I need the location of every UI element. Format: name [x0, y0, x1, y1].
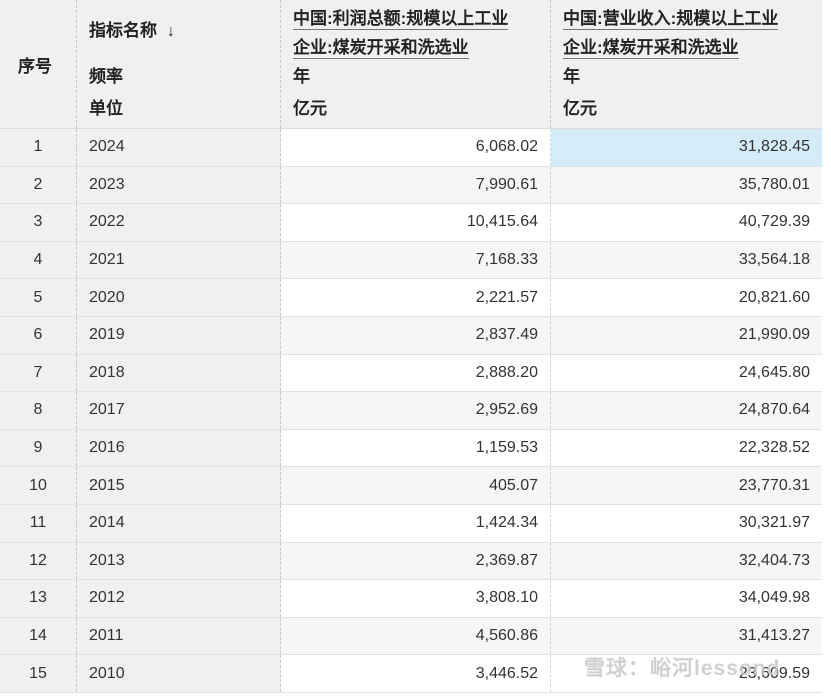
- row-seq-cell[interactable]: 5: [0, 279, 77, 316]
- row-seq-cell[interactable]: 7: [0, 354, 77, 392]
- row-year-cell[interactable]: 2021: [77, 241, 281, 279]
- data-table: 序号 指标名称 ↓ 频率 单位 中国:利润总额:规模以上工业 企业:煤炭开采和洗选…: [0, 0, 822, 693]
- seq-column-label: 序号: [18, 57, 52, 76]
- row-year-cell[interactable]: 2012: [77, 580, 281, 617]
- row-revenue-cell[interactable]: 32,404.73: [551, 542, 822, 580]
- row-seq-cell[interactable]: 9: [0, 429, 77, 467]
- profit-frequency: 年: [293, 67, 310, 86]
- frequency-label: 频率: [89, 67, 123, 86]
- row-revenue-cell[interactable]: 24,645.80: [551, 354, 822, 392]
- table-body: 1 2024 6,068.02 31,828.45 2 2023 7,990.61 35,78…: [0, 129, 822, 693]
- row-profit-cell[interactable]: 2,221.57: [281, 279, 551, 316]
- row-profit-cell[interactable]: 6,068.02: [281, 129, 551, 166]
- row-year-cell[interactable]: 2015: [77, 467, 281, 504]
- indicator-name-label: 指标名称: [89, 21, 157, 40]
- row-revenue-cell[interactable]: 22,328.52: [551, 429, 822, 467]
- row-revenue-cell[interactable]: 33,564.18: [551, 241, 822, 279]
- table-row[interactable]: 11 2014 1,424.34 30,321.97: [0, 504, 822, 543]
- revenue-unit: 亿元: [563, 99, 597, 118]
- row-seq-cell[interactable]: 12: [0, 542, 77, 580]
- row-profit-cell[interactable]: 3,446.52: [281, 655, 551, 692]
- row-seq-cell[interactable]: 15: [0, 655, 77, 692]
- row-year-cell[interactable]: 2013: [77, 542, 281, 580]
- row-revenue-cell[interactable]: 40,729.39: [551, 204, 822, 241]
- row-year-cell[interactable]: 2020: [77, 279, 281, 316]
- table-row[interactable]: 2 2023 7,990.61 35,780.01: [0, 166, 822, 205]
- row-revenue-cell[interactable]: 34,049.98: [551, 580, 822, 617]
- table-header: 序号 指标名称 ↓ 频率 单位 中国:利润总额:规模以上工业 企业:煤炭开采和洗选…: [0, 0, 822, 129]
- indicator-name-label-row: 指标名称 ↓: [89, 16, 175, 41]
- row-profit-cell[interactable]: 2,888.20: [281, 354, 551, 392]
- revenue-title-line1: 中国:营业收入:规模以上工业: [563, 9, 779, 30]
- row-seq-cell[interactable]: 11: [0, 504, 77, 542]
- row-profit-cell[interactable]: 7,990.61: [281, 166, 551, 204]
- table-row[interactable]: 3 2022 10,415.64 40,729.39: [0, 204, 822, 242]
- table-row[interactable]: 12 2013 2,369.87 32,404.73: [0, 542, 822, 581]
- row-year-cell[interactable]: 2010: [77, 655, 281, 692]
- sort-down-icon[interactable]: ↓: [167, 23, 175, 41]
- row-seq-cell[interactable]: 6: [0, 316, 77, 354]
- row-profit-cell[interactable]: 1,424.34: [281, 504, 551, 542]
- row-year-cell[interactable]: 2011: [77, 617, 281, 655]
- row-seq-cell[interactable]: 4: [0, 241, 77, 279]
- row-revenue-cell[interactable]: 35,780.01: [551, 166, 822, 204]
- table-row[interactable]: 10 2015 405.07 23,770.31: [0, 467, 822, 505]
- row-revenue-cell[interactable]: 30,321.97: [551, 504, 822, 542]
- table-row[interactable]: 1 2024 6,068.02 31,828.45: [0, 129, 822, 167]
- row-profit-cell[interactable]: 2,837.49: [281, 316, 551, 354]
- row-seq-cell[interactable]: 14: [0, 617, 77, 655]
- table-row[interactable]: 9 2016 1,159.53 22,328.52: [0, 429, 822, 468]
- row-revenue-cell[interactable]: 20,821.60: [551, 279, 822, 316]
- row-revenue-cell[interactable]: 23,770.31: [551, 467, 822, 504]
- profit-unit: 亿元: [293, 99, 327, 118]
- row-year-cell[interactable]: 2017: [77, 392, 281, 429]
- row-year-cell[interactable]: 2016: [77, 429, 281, 467]
- table-row[interactable]: 5 2020 2,221.57 20,821.60: [0, 279, 822, 317]
- row-profit-cell[interactable]: 10,415.64: [281, 204, 551, 241]
- row-profit-cell[interactable]: 2,369.87: [281, 542, 551, 580]
- row-year-cell[interactable]: 2014: [77, 504, 281, 542]
- table-row[interactable]: 4 2021 7,168.33 33,564.18: [0, 241, 822, 280]
- right-edge: [822, 0, 831, 696]
- table-row[interactable]: 7 2018 2,888.20 24,645.80: [0, 354, 822, 393]
- row-year-cell[interactable]: 2023: [77, 166, 281, 204]
- header-profit-column[interactable]: 中国:利润总额:规模以上工业 企业:煤炭开采和洗选业 年 亿元: [281, 0, 551, 128]
- table-row[interactable]: 14 2011 4,560.86 31,413.27: [0, 617, 822, 656]
- row-seq-cell[interactable]: 2: [0, 166, 77, 204]
- revenue-title-line2: 企业:煤炭开采和洗选业: [563, 38, 739, 59]
- table-row[interactable]: 6 2019 2,837.49 21,990.09: [0, 316, 822, 355]
- row-revenue-cell[interactable]: 21,990.09: [551, 316, 822, 354]
- row-revenue-cell[interactable]: 24,870.64: [551, 392, 822, 429]
- row-profit-cell[interactable]: 7,168.33: [281, 241, 551, 279]
- row-seq-cell[interactable]: 1: [0, 129, 77, 166]
- row-seq-cell[interactable]: 3: [0, 204, 77, 241]
- header-revenue-column[interactable]: 中国:营业收入:规模以上工业 企业:煤炭开采和洗选业 年 亿元: [551, 0, 822, 128]
- row-year-cell[interactable]: 2022: [77, 204, 281, 241]
- profit-indicator-title[interactable]: 中国:利润总额:规模以上工业 企业:煤炭开采和洗选业: [293, 4, 538, 62]
- row-year-cell[interactable]: 2019: [77, 316, 281, 354]
- row-seq-cell[interactable]: 13: [0, 580, 77, 617]
- row-profit-cell[interactable]: 1,159.53: [281, 429, 551, 467]
- table-row[interactable]: 13 2012 3,808.10 34,049.98: [0, 580, 822, 618]
- row-revenue-cell[interactable]: 31,413.27: [551, 617, 822, 655]
- row-profit-cell[interactable]: 405.07: [281, 467, 551, 504]
- unit-label: 单位: [89, 99, 123, 118]
- row-year-cell[interactable]: 2024: [77, 129, 281, 166]
- profit-title-line1: 中国:利润总额:规模以上工业: [293, 9, 509, 30]
- revenue-frequency: 年: [563, 67, 580, 86]
- table-row[interactable]: 8 2017 2,952.69 24,870.64: [0, 392, 822, 430]
- revenue-indicator-title[interactable]: 中国:营业收入:规模以上工业 企业:煤炭开采和洗选业: [563, 4, 808, 62]
- row-revenue-cell[interactable]: 31,828.45: [551, 129, 822, 166]
- row-year-cell[interactable]: 2018: [77, 354, 281, 392]
- row-seq-cell[interactable]: 8: [0, 392, 77, 429]
- header-indicator-name[interactable]: 指标名称 ↓ 频率 单位: [77, 0, 281, 128]
- row-seq-cell[interactable]: 10: [0, 467, 77, 504]
- row-profit-cell[interactable]: 2,952.69: [281, 392, 551, 429]
- watermark: 雪球：峪河lessond: [584, 657, 781, 680]
- header-seq[interactable]: 序号: [0, 0, 77, 128]
- row-profit-cell[interactable]: 4,560.86: [281, 617, 551, 655]
- profit-title-line2: 企业:煤炭开采和洗选业: [293, 38, 469, 59]
- row-profit-cell[interactable]: 3,808.10: [281, 580, 551, 617]
